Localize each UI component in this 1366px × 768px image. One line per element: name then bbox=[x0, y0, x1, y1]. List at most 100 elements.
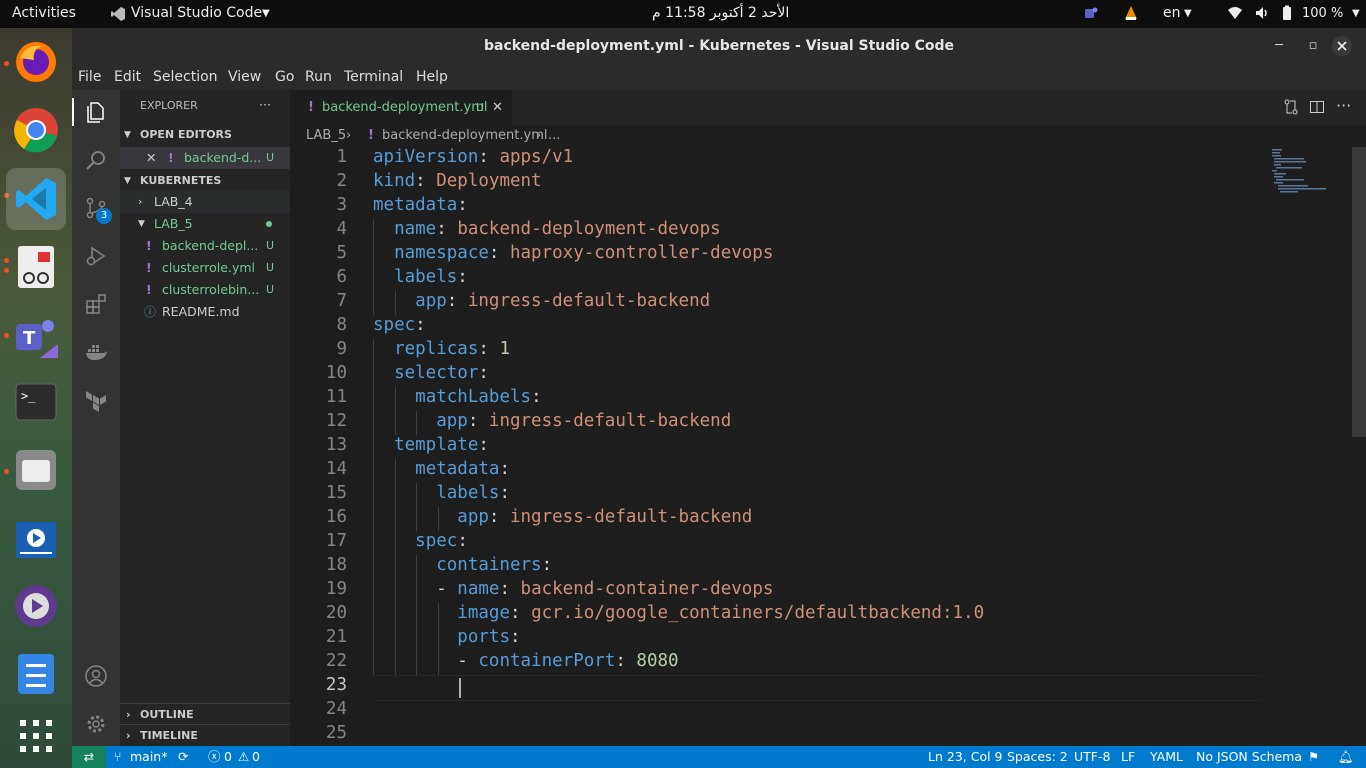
chrome-icon[interactable] bbox=[12, 106, 60, 154]
errors-count[interactable]: 0 bbox=[224, 746, 232, 768]
video-editor-icon[interactable] bbox=[12, 516, 60, 564]
teams-tray-icon[interactable] bbox=[1083, 5, 1099, 21]
vertical-scrollbar[interactable] bbox=[1352, 147, 1366, 437]
warnings-count[interactable]: 0 bbox=[252, 746, 260, 768]
colon: : bbox=[457, 195, 468, 215]
timeline-section[interactable]: › TIMELINE bbox=[120, 724, 290, 747]
tasks-icon[interactable] bbox=[12, 650, 60, 698]
close-icon[interactable]: ✕ bbox=[146, 147, 156, 169]
run-debug-icon[interactable] bbox=[84, 244, 108, 268]
activities-button[interactable]: Activities bbox=[12, 5, 76, 21]
code-line: apiVersion: apps/v1 bbox=[373, 147, 573, 167]
search-icon[interactable] bbox=[84, 148, 108, 172]
language-indicator[interactable]: en bbox=[1163, 5, 1181, 21]
colon: : bbox=[488, 507, 510, 527]
workspace-section[interactable]: ▼ KUBERNETES bbox=[120, 170, 290, 192]
open-editors-section[interactable]: ▼ OPEN EDITORS bbox=[120, 124, 290, 146]
file-item[interactable]: ⓘ README.md bbox=[120, 301, 290, 323]
errors-icon[interactable]: ⓧ bbox=[208, 746, 221, 768]
explorer-more-icon[interactable]: ··· bbox=[259, 94, 279, 116]
open-changes-icon[interactable] bbox=[1283, 99, 1299, 119]
folder-label: LAB_5 bbox=[154, 216, 193, 231]
show-applications-icon[interactable] bbox=[12, 712, 60, 760]
line-number: 2 bbox=[336, 171, 347, 191]
menu-run[interactable]: Run bbox=[305, 69, 332, 85]
docker-icon[interactable] bbox=[84, 340, 108, 364]
source-control-icon[interactable]: 3 bbox=[84, 196, 112, 224]
tab-backend-deployment[interactable]: ! backend-deployment.yml U ✕ bbox=[290, 90, 512, 125]
menu-edit[interactable]: Edit bbox=[114, 69, 141, 85]
folder-lab4[interactable]: › LAB_4 bbox=[120, 191, 290, 213]
document-viewer-icon[interactable] bbox=[12, 242, 60, 290]
outline-section[interactable]: › OUTLINE bbox=[120, 703, 290, 726]
open-editor-item[interactable]: ✕ ! backend-d... U bbox=[120, 147, 290, 169]
menu-file[interactable]: File bbox=[78, 69, 101, 85]
code-line: app: ingress-default-backend bbox=[373, 507, 752, 527]
breadcrumb-folder[interactable]: LAB_5 bbox=[306, 125, 346, 147]
code-editor[interactable]: 1 apiVersion: apps/v1 2 kind: Deployment 3 me… bbox=[290, 147, 1366, 746]
minimap[interactable] bbox=[1270, 147, 1350, 197]
file-item[interactable]: ! backend-depl... U bbox=[120, 235, 290, 257]
menu-view[interactable]: View bbox=[228, 69, 261, 85]
menu-help[interactable]: Help bbox=[416, 69, 448, 85]
yaml-value: backend-container-devops bbox=[520, 579, 774, 599]
app-menu[interactable]: Visual Studio Code bbox=[131, 5, 262, 21]
file-label: README.md bbox=[162, 304, 240, 319]
terraform-icon[interactable] bbox=[84, 388, 108, 412]
yaml-value: haproxy-controller-devops bbox=[509, 243, 774, 263]
media-player-icon[interactable] bbox=[12, 582, 60, 630]
yaml-key: app bbox=[457, 507, 489, 527]
chevron-down-icon: ▼ bbox=[124, 130, 131, 140]
feedback-icon[interactable]: ⚑ bbox=[1308, 746, 1319, 768]
sync-icon[interactable]: ⟳ bbox=[178, 746, 188, 768]
file-item[interactable]: ! clusterrole.yml U bbox=[120, 257, 290, 279]
close-tab-icon[interactable]: ✕ bbox=[492, 90, 503, 125]
indentation[interactable]: Spaces: 2 bbox=[1007, 746, 1068, 768]
minimize-icon[interactable]: ─ bbox=[1264, 28, 1294, 64]
breadcrumb-file[interactable]: backend-deployment.yml bbox=[382, 125, 547, 147]
teams-icon[interactable]: T bbox=[12, 314, 60, 362]
file-label: backend-depl... bbox=[162, 238, 259, 253]
encoding[interactable]: UTF-8 bbox=[1074, 746, 1110, 768]
app-menu-caret-icon[interactable]: ▼ bbox=[262, 8, 270, 19]
json-schema[interactable]: No JSON Schema bbox=[1196, 746, 1302, 768]
wifi-icon[interactable] bbox=[1227, 5, 1243, 21]
branch-name[interactable]: main* bbox=[130, 746, 167, 768]
terminal-icon[interactable]: >_ bbox=[12, 378, 60, 426]
breadcrumb-more[interactable]: ... bbox=[548, 125, 560, 147]
language-caret-icon[interactable]: ▼ bbox=[1184, 8, 1192, 19]
branch-icon[interactable]: ⑂ bbox=[114, 746, 122, 768]
warnings-icon[interactable]: ⚠ bbox=[238, 746, 249, 768]
cursor-position[interactable]: Ln 23, Col 9 bbox=[928, 746, 1003, 768]
more-actions-icon[interactable]: ··· bbox=[1336, 96, 1351, 115]
language-mode[interactable]: YAML bbox=[1150, 746, 1183, 768]
file-item[interactable]: ! clusterrolebin... U bbox=[120, 279, 290, 301]
menu-selection[interactable]: Selection bbox=[153, 69, 218, 85]
line-number: 7 bbox=[336, 291, 347, 311]
clock[interactable]: الأحد 2 أكتوبر 11:58 م bbox=[652, 5, 789, 21]
split-editor-icon[interactable] bbox=[1309, 99, 1325, 119]
battery-icon[interactable] bbox=[1279, 5, 1295, 21]
system-menu-caret-icon[interactable]: ▼ bbox=[1352, 8, 1360, 19]
menu-go[interactable]: Go bbox=[275, 69, 294, 85]
settings-gear-icon[interactable] bbox=[84, 712, 108, 736]
code-line: name: backend-deployment-devops bbox=[373, 219, 721, 239]
extensions-icon[interactable] bbox=[84, 292, 108, 316]
line-ending[interactable]: LF bbox=[1121, 746, 1135, 768]
menu-terminal[interactable]: Terminal bbox=[344, 69, 403, 85]
explorer-icon[interactable] bbox=[84, 100, 108, 124]
firefox-icon[interactable] bbox=[12, 38, 60, 86]
folder-lab5[interactable]: ▼ LAB_5 bbox=[120, 213, 290, 235]
close-window-button[interactable] bbox=[1328, 33, 1356, 61]
vlc-tray-icon[interactable] bbox=[1123, 5, 1139, 21]
notifications-bell-icon[interactable]: 🔔︎ bbox=[1338, 746, 1354, 768]
files-icon[interactable] bbox=[12, 446, 60, 494]
volume-icon[interactable] bbox=[1254, 5, 1270, 21]
remote-indicator-icon[interactable]: ⇄ bbox=[72, 746, 106, 768]
text-cursor bbox=[459, 678, 461, 698]
battery-percent[interactable]: 100 % bbox=[1302, 6, 1343, 21]
accounts-icon[interactable] bbox=[84, 664, 108, 688]
maximize-icon[interactable]: ▫ bbox=[1298, 28, 1328, 64]
vscode-dock-icon[interactable] bbox=[6, 168, 66, 230]
line-number: 11 bbox=[325, 387, 347, 407]
